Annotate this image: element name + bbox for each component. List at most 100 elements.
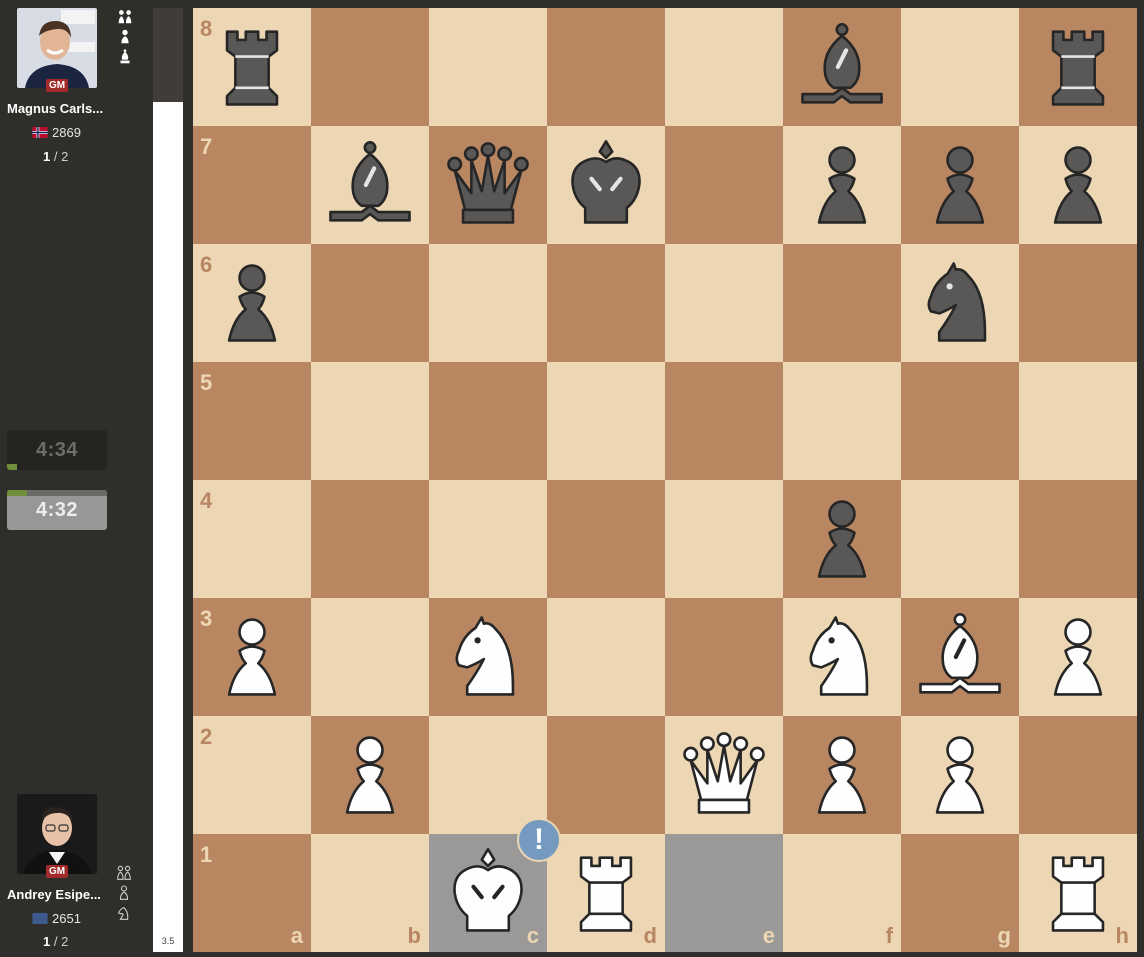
player-rating: 2869 (52, 125, 81, 140)
white-rook-piece[interactable] (547, 834, 665, 952)
square-c6[interactable] (429, 244, 547, 362)
square-d7[interactable] (547, 126, 665, 244)
title-badge: GM (46, 865, 69, 878)
square-d4[interactable] (547, 480, 665, 598)
square-c4[interactable] (429, 480, 547, 598)
square-f4[interactable] (783, 480, 901, 598)
square-d2[interactable] (547, 716, 665, 834)
square-d6[interactable] (547, 244, 665, 362)
square-g2[interactable] (901, 716, 1019, 834)
square-h3[interactable] (1019, 598, 1137, 716)
square-h7[interactable] (1019, 126, 1137, 244)
black-pawn-piece[interactable] (901, 126, 1019, 244)
square-a5[interactable]: 5 (193, 362, 311, 480)
black-bishop-piece[interactable] (783, 8, 901, 126)
square-a1[interactable]: 1a (193, 834, 311, 952)
file-label: e (762, 923, 775, 948)
square-e4[interactable] (665, 480, 783, 598)
square-g1[interactable]: g (901, 834, 1019, 952)
square-e1[interactable]: e (665, 834, 783, 952)
square-c7[interactable] (429, 126, 547, 244)
file-label: b (407, 923, 421, 948)
square-a6[interactable]: 6 (193, 244, 311, 362)
square-h1[interactable]: h (1019, 834, 1137, 952)
square-f6[interactable] (783, 244, 901, 362)
white-rook-piece[interactable] (1019, 834, 1137, 952)
square-d1[interactable]: d (547, 834, 665, 952)
avatar[interactable] (17, 8, 97, 88)
square-d3[interactable] (547, 598, 665, 716)
white-pawn-piece[interactable] (311, 716, 429, 834)
player-name[interactable]: Magnus Carls... (7, 101, 103, 116)
black-pawn-piece[interactable] (783, 480, 901, 598)
score-total: / 2 (53, 934, 69, 949)
square-f7[interactable] (783, 126, 901, 244)
square-b8[interactable] (311, 8, 429, 126)
square-b4[interactable] (311, 480, 429, 598)
square-c8[interactable] (429, 8, 547, 126)
square-h6[interactable] (1019, 244, 1137, 362)
square-h5[interactable] (1019, 362, 1137, 480)
square-a8[interactable]: 8 (193, 8, 311, 126)
square-f8[interactable] (783, 8, 901, 126)
square-a7[interactable]: 7 (193, 126, 311, 244)
avatar[interactable] (17, 794, 97, 874)
square-a3[interactable]: 3 (193, 598, 311, 716)
square-g4[interactable] (901, 480, 1019, 598)
white-pawn-piece[interactable] (783, 716, 901, 834)
square-a4[interactable]: 4 (193, 480, 311, 598)
chess-board[interactable]: 8 7 6 5 4 3 2 1 a b c d e f g h ! (193, 8, 1137, 952)
square-f5[interactable] (783, 362, 901, 480)
white-bishop-piece[interactable] (901, 598, 1019, 716)
black-pawn-piece[interactable] (193, 244, 311, 362)
square-c2[interactable] (429, 716, 547, 834)
square-g7[interactable] (901, 126, 1019, 244)
square-e6[interactable] (665, 244, 783, 362)
white-pawn-piece[interactable] (193, 598, 311, 716)
black-pawn-piece[interactable] (1019, 126, 1137, 244)
square-b3[interactable] (311, 598, 429, 716)
white-queen-piece[interactable] (665, 716, 783, 834)
square-b1[interactable]: b (311, 834, 429, 952)
black-bishop-piece[interactable] (311, 126, 429, 244)
square-h2[interactable] (1019, 716, 1137, 834)
player-rating: 2651 (52, 911, 81, 926)
square-f2[interactable] (783, 716, 901, 834)
pawn-icon (121, 29, 129, 44)
square-e3[interactable] (665, 598, 783, 716)
square-h4[interactable] (1019, 480, 1137, 598)
square-g6[interactable] (901, 244, 1019, 362)
black-knight-piece[interactable] (901, 244, 1019, 362)
white-knight-piece[interactable] (429, 598, 547, 716)
square-e8[interactable] (665, 8, 783, 126)
black-king-piece[interactable] (547, 126, 665, 244)
square-c3[interactable] (429, 598, 547, 716)
black-pawn-piece[interactable] (783, 126, 901, 244)
square-f3[interactable] (783, 598, 901, 716)
black-rook-piece[interactable] (193, 8, 311, 126)
square-e7[interactable] (665, 126, 783, 244)
white-pawn-piece[interactable] (901, 716, 1019, 834)
white-clock: 4:32 (7, 490, 107, 530)
square-b5[interactable] (311, 362, 429, 480)
square-g8[interactable] (901, 8, 1019, 126)
square-d5[interactable] (547, 362, 665, 480)
white-pawn-piece[interactable] (1019, 598, 1137, 716)
white-knight-piece[interactable] (783, 598, 901, 716)
square-e2[interactable] (665, 716, 783, 834)
square-a2[interactable]: 2 (193, 716, 311, 834)
square-f1[interactable]: f (783, 834, 901, 952)
square-g3[interactable] (901, 598, 1019, 716)
square-e5[interactable] (665, 362, 783, 480)
player-name[interactable]: Andrey Esipe... (7, 887, 101, 902)
square-g5[interactable] (901, 362, 1019, 480)
square-c5[interactable] (429, 362, 547, 480)
square-d8[interactable] (547, 8, 665, 126)
square-h8[interactable] (1019, 8, 1137, 126)
square-b7[interactable] (311, 126, 429, 244)
square-b6[interactable] (311, 244, 429, 362)
square-b2[interactable] (311, 716, 429, 834)
evaluation-bar-black (153, 8, 183, 103)
black-queen-piece[interactable] (429, 126, 547, 244)
black-rook-piece[interactable] (1019, 8, 1137, 126)
